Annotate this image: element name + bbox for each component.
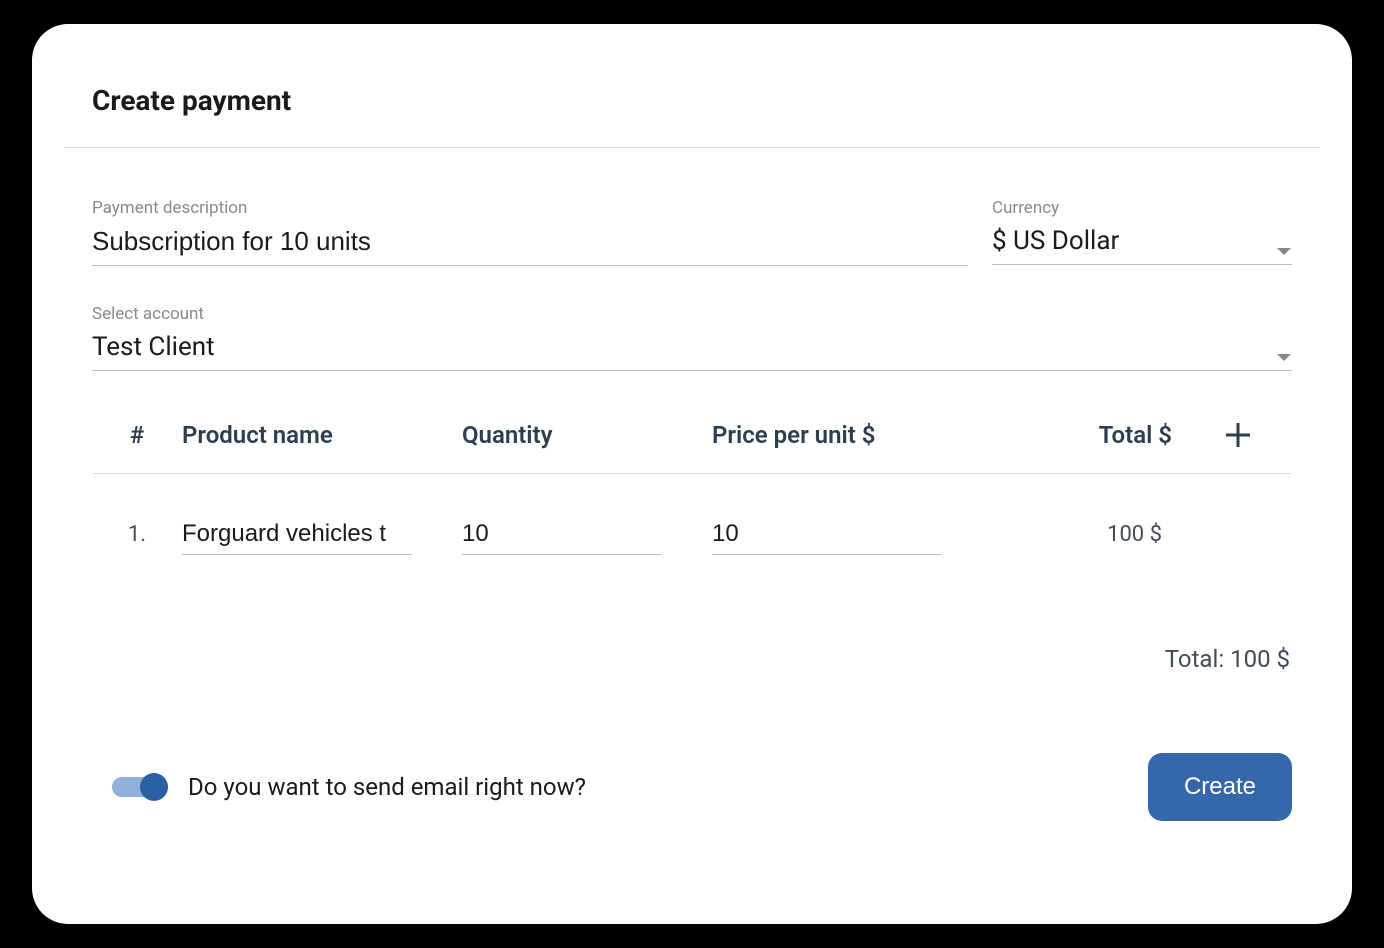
account-select[interactable]: Test Client	[92, 328, 1292, 371]
toggle-thumb	[140, 773, 168, 801]
column-header-price: Price per unit $	[712, 421, 992, 449]
form-row-2: Select account Test Client	[92, 304, 1292, 371]
footer-row: Do you want to send email right now? Cre…	[92, 753, 1292, 821]
grand-total: Total: 100 $	[92, 645, 1292, 673]
column-header-quantity: Quantity	[462, 421, 712, 449]
currency-select[interactable]: $ US Dollar	[992, 222, 1292, 265]
table-row: 1. 100 $	[92, 474, 1292, 555]
product-name-input[interactable]	[182, 514, 412, 555]
line-items-table: # Product name Quantity Price per unit $…	[92, 421, 1292, 555]
email-toggle-group: Do you want to send email right now?	[112, 773, 586, 801]
send-email-label: Do you want to send email right now?	[188, 773, 586, 801]
payment-description-field: Payment description	[92, 198, 968, 266]
row-total: 100 $	[992, 522, 1172, 547]
chevron-down-icon	[1276, 340, 1292, 370]
payment-description-label: Payment description	[92, 198, 968, 218]
create-button[interactable]: Create	[1148, 753, 1292, 821]
form-row-1: Payment description Currency $ US Dollar	[92, 198, 1292, 266]
quantity-input[interactable]	[462, 514, 662, 555]
account-field: Select account Test Client	[92, 304, 1292, 371]
currency-label: Currency	[992, 198, 1292, 218]
send-email-toggle[interactable]	[112, 775, 168, 799]
header-divider	[64, 147, 1320, 148]
create-payment-dialog: Create payment Payment description Curre…	[32, 24, 1352, 924]
chevron-down-icon	[1276, 234, 1292, 264]
payment-description-input[interactable]	[92, 222, 968, 266]
column-header-number: #	[92, 421, 182, 449]
page-title: Create payment	[92, 84, 1292, 117]
row-number: 1.	[92, 522, 182, 547]
currency-select-value: $ US Dollar	[992, 226, 1119, 256]
currency-field: Currency $ US Dollar	[992, 198, 1292, 266]
account-label: Select account	[92, 304, 1292, 324]
add-row-button[interactable]	[1224, 421, 1252, 449]
account-select-value: Test Client	[92, 332, 215, 362]
table-header-row: # Product name Quantity Price per unit $…	[92, 421, 1292, 474]
price-per-unit-input[interactable]	[712, 514, 942, 555]
column-header-total: Total $	[992, 421, 1172, 449]
plus-icon	[1224, 421, 1252, 449]
column-header-product: Product name	[182, 421, 462, 449]
